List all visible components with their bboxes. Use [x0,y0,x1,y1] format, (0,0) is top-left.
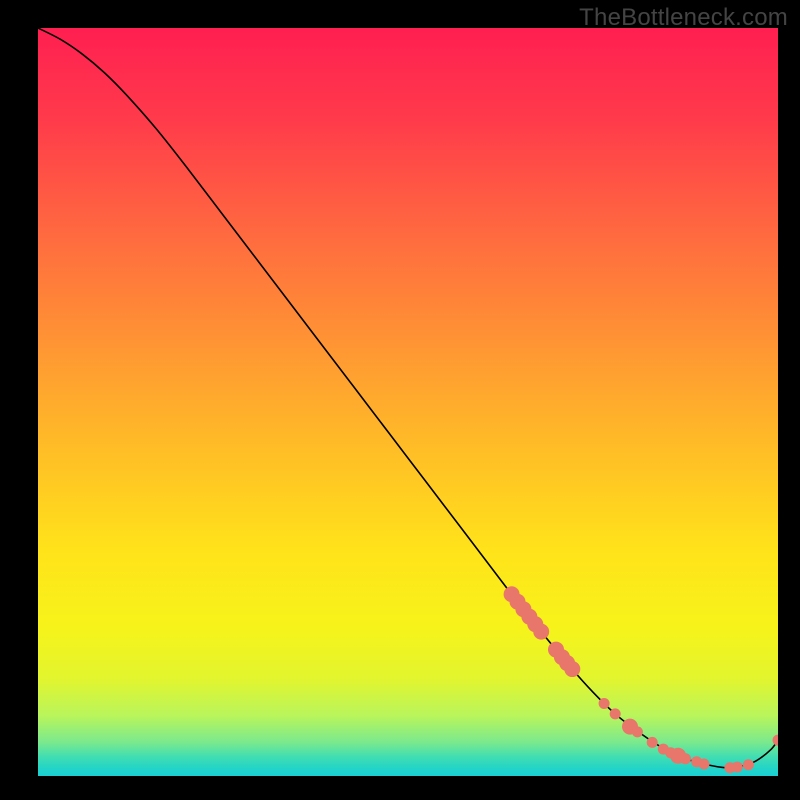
data-marker [699,759,710,770]
data-marker [680,753,691,764]
data-marker [632,726,643,737]
data-marker [599,698,610,709]
gradient-background [38,28,778,776]
data-marker [732,762,743,773]
plot-area [38,28,778,776]
data-marker [564,661,580,677]
data-marker [610,708,621,719]
chart-frame: TheBottleneck.com [0,0,800,800]
chart-svg [38,28,778,776]
data-marker [743,759,754,770]
data-marker [533,624,549,640]
data-marker [647,737,658,748]
